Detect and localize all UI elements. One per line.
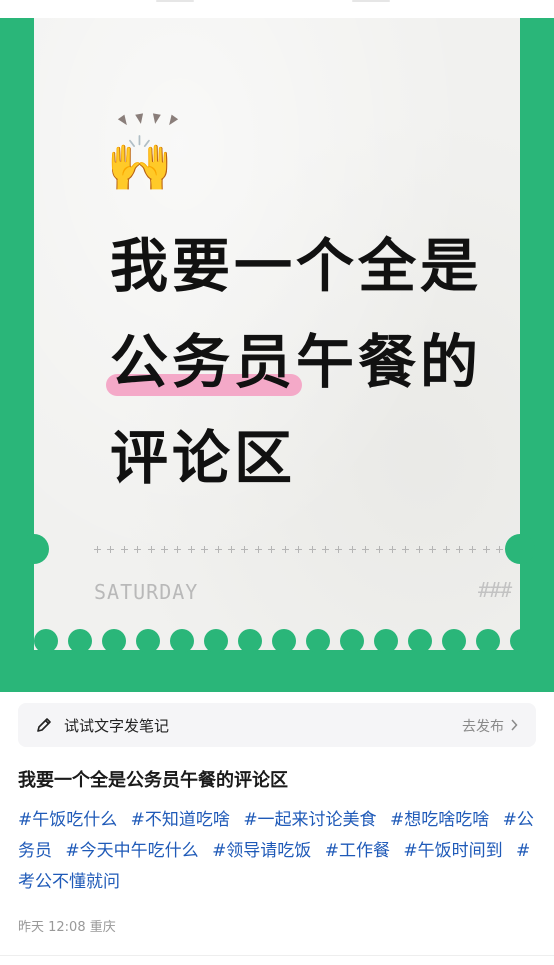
ticket-notch-left [19, 534, 49, 564]
top-tick [156, 0, 194, 2]
ticket-card: 🙌 我要一个全是 公务员午餐的 评论区 SATURDAY ### [34, 18, 530, 650]
ticket-perforation [94, 546, 530, 556]
ticket-hash-mark: ### [478, 578, 512, 602]
spark-icon [117, 114, 131, 128]
ticket-scallop-edge [34, 629, 534, 655]
raising-hands-icon: 🙌 [106, 132, 173, 195]
post-detail-page: 🙌 我要一个全是 公务员午餐的 评论区 SATURDAY ### 试试文字发笔记… [0, 0, 554, 965]
divider [0, 955, 554, 956]
hashtag-link[interactable]: #一起来讨论美食 [243, 810, 376, 830]
raising-hands-emoji: 🙌 [106, 113, 202, 198]
publish-link[interactable]: 去发布 [462, 716, 504, 736]
hashtag-link[interactable]: #午饭吃什么 [18, 810, 117, 830]
ticket-notch-right [505, 534, 535, 564]
write-note-bar[interactable]: 试试文字发笔记 去发布 [18, 703, 536, 747]
post-meta: 昨天 12:08 重庆 [18, 920, 116, 935]
cover-headline: 我要一个全是 公务员午餐的 评论区 [105, 218, 540, 506]
top-tick [352, 0, 390, 2]
spark-icon [135, 113, 145, 125]
spark-icon [151, 113, 161, 125]
spark-icon [165, 114, 179, 128]
pencil-icon [37, 718, 51, 732]
hashtag-link[interactable]: #想吃啥吃啥 [390, 810, 489, 830]
headline-line-1: 我要一个全是 [110, 232, 483, 300]
headline-line-3: 评论区 [110, 424, 297, 492]
hashtag-link[interactable]: #不知道吃啥 [131, 810, 230, 830]
hashtag-list: #午饭吃什么 #不知道吃啥 #一起来讨论美食 #想吃啥吃啥 #公务员 #今天中午… [18, 805, 538, 898]
top-strip [0, 0, 554, 18]
chevron-right-icon [511, 719, 518, 731]
write-note-label: 试试文字发笔记 [64, 717, 170, 735]
headline-line-2-rest: 午餐的 [296, 328, 483, 396]
hashtag-link[interactable]: #工作餐 [325, 841, 390, 861]
ticket-day-label: SATURDAY [94, 580, 199, 604]
hashtag-link[interactable]: #午饭时间到 [403, 841, 502, 861]
headline-highlight: 公务员 [105, 314, 303, 410]
cover-image[interactable]: 🙌 我要一个全是 公务员午餐的 评论区 SATURDAY ### [0, 18, 554, 692]
headline-line-2: 公务员午餐的 [105, 314, 540, 410]
post-title: 我要一个全是公务员午餐的评论区 [18, 770, 288, 791]
hashtag-link[interactable]: #领导请吃饭 [212, 841, 311, 861]
hashtag-link[interactable]: #今天中午吃什么 [65, 841, 198, 861]
headline-highlight-text: 公务员 [110, 328, 297, 396]
